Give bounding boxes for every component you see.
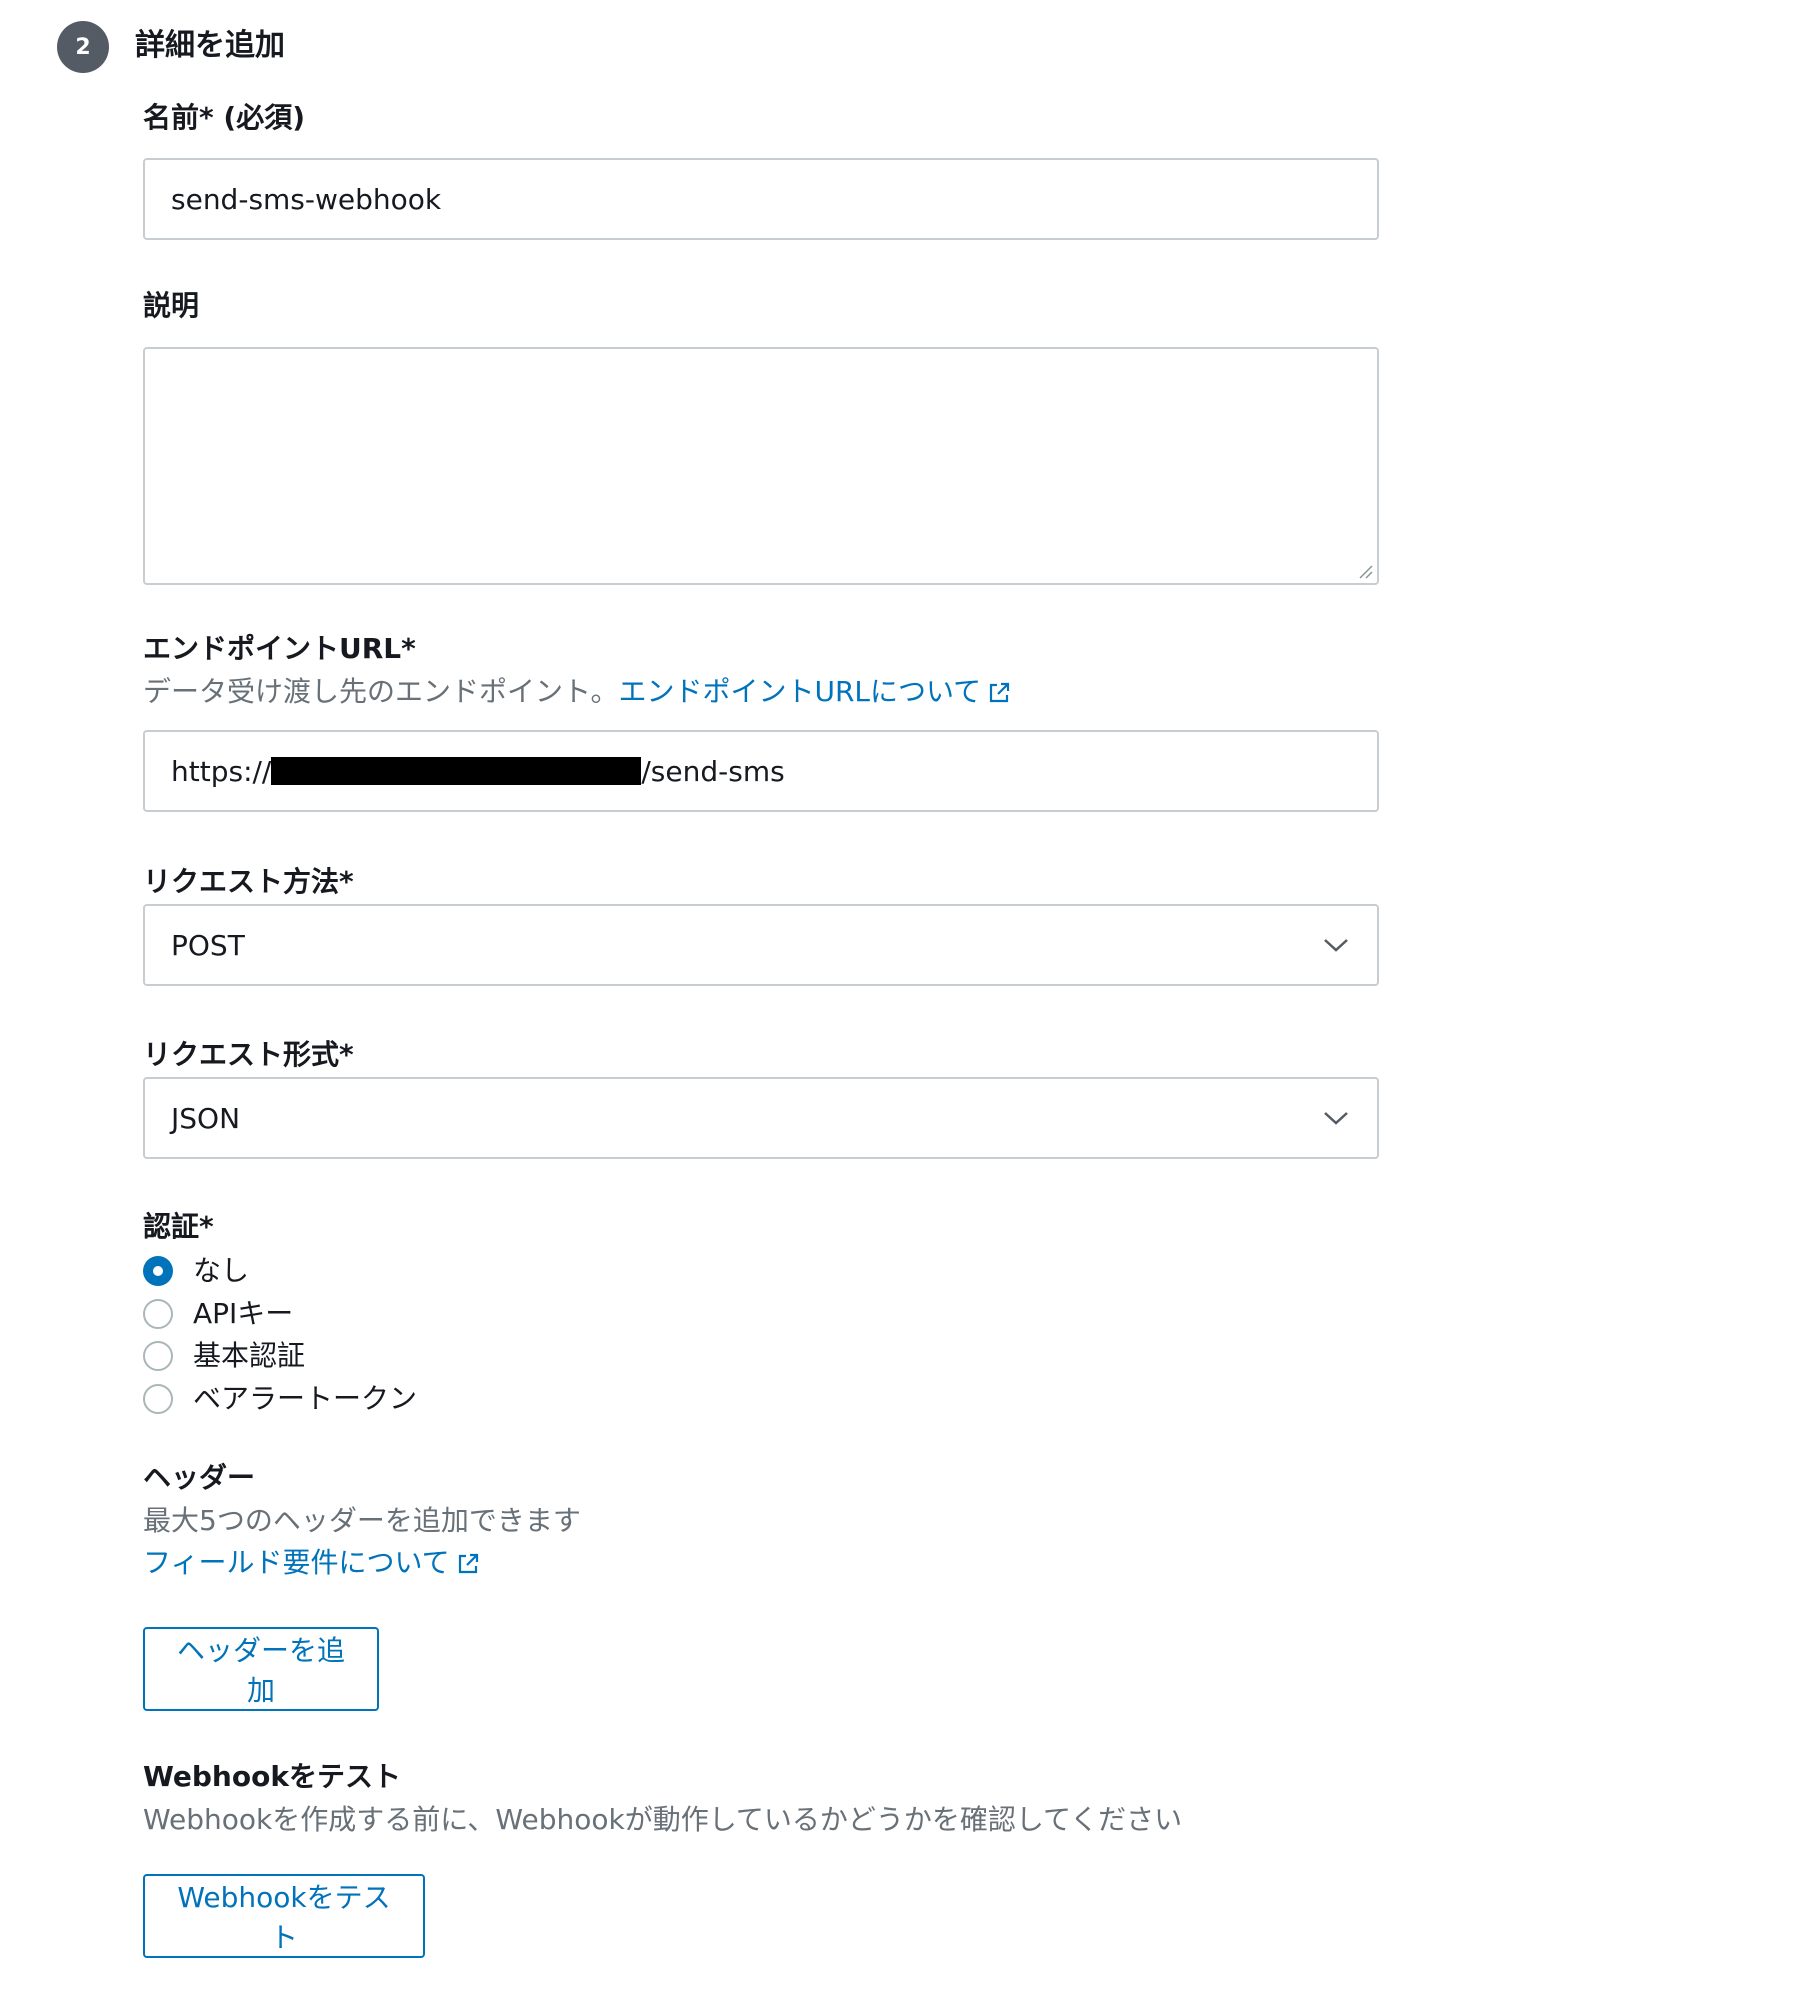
radio-checked-icon[interactable] [143,1256,173,1286]
request-method-label: リクエスト方法* [143,865,354,898]
endpoint-url-help-link-text: エンドポイントURLについて [618,675,982,708]
endpoint-url-description-text: データ受け渡し先のエンドポイント。 [143,675,619,708]
auth-option-none-label: なし [193,1254,250,1287]
description-label: 説明 [143,289,200,322]
request-method-selected-value: POST [171,928,245,962]
auth-option-api-key[interactable]: APIキー [143,1295,293,1333]
endpoint-url-input[interactable]: https:// /send-sms [143,730,1379,812]
endpoint-url-suffix: /send-sms [641,754,785,788]
external-link-icon [990,682,1010,703]
auth-option-api-key-label: APIキー [193,1297,294,1330]
field-requirements-link-text: フィールド要件について [143,1546,450,1579]
headers-description: 最大5つのヘッダーを追加できます [143,1504,581,1537]
name-input[interactable]: send-sms-webhook [143,158,1379,240]
request-format-selected-value: JSON [171,1101,241,1135]
chevron-down-icon [1324,1112,1348,1125]
step-title: 詳細を追加 [135,28,285,63]
auth-option-none[interactable]: なし [143,1252,249,1290]
radio-unchecked-icon[interactable] [143,1299,173,1329]
auth-option-basic-label: 基本認証 [193,1339,306,1372]
add-header-button[interactable]: ヘッダーを追加 [143,1627,379,1711]
radio-unchecked-icon[interactable] [143,1341,173,1371]
field-requirements-link[interactable]: フィールド要件について [143,1546,480,1579]
request-format-label: リクエスト形式* [143,1038,354,1071]
endpoint-url-label: エンドポイントURL* [143,632,416,665]
headers-help: フィールド要件について [143,1544,480,1582]
auth-option-bearer-token[interactable]: ベアラートークン [143,1380,417,1418]
radio-unchecked-icon[interactable] [143,1384,173,1414]
auth-option-bearer-token-label: ベアラートークン [193,1382,418,1415]
chevron-down-icon [1324,939,1348,952]
endpoint-url-description: データ受け渡し先のエンドポイント。エンドポイントURLについて [143,673,1011,711]
request-method-select[interactable]: POST [143,904,1379,986]
headers-label: ヘッダー [143,1461,256,1494]
name-label: 名前* (必須) [143,101,305,134]
test-webhook-description: Webhookを作成する前に、Webhookが動作しているかどうかを確認してくだ… [143,1803,1183,1836]
step-number-badge: 2 [57,21,109,73]
name-input-value: send-sms-webhook [171,182,442,216]
test-webhook-label: Webhookをテスト [143,1760,401,1793]
endpoint-url-help-link[interactable]: エンドポイントURLについて [618,675,1011,708]
auth-label: 認証* [143,1210,214,1243]
endpoint-url-input-value: https:// /send-sms [171,732,785,810]
resize-handle-icon[interactable] [1357,563,1373,579]
test-webhook-button[interactable]: Webhookをテスト [143,1874,425,1958]
auth-option-basic[interactable]: 基本認証 [143,1337,305,1375]
endpoint-url-prefix: https:// [171,754,272,788]
external-link-icon [458,1553,478,1574]
request-format-select[interactable]: JSON [143,1077,1379,1159]
redacted-host-block [271,757,642,785]
description-textarea[interactable] [143,347,1379,585]
